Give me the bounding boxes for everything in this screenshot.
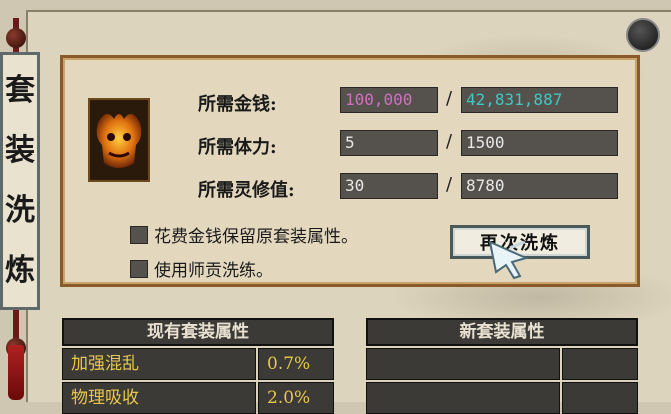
separator: / (446, 174, 453, 195)
banner-char: 洗 (5, 193, 35, 228)
banner-char: 炼 (5, 253, 35, 288)
current-attr-name: 加强混乱 (62, 348, 256, 380)
keep-attr-checkbox[interactable] (130, 226, 148, 244)
separator: / (446, 131, 453, 152)
money-have-field: 42,831,887 (461, 87, 618, 113)
separator: / (446, 88, 453, 109)
spirit-have-field: 8780 (461, 173, 618, 199)
spirit-label: 所需灵修值: (198, 180, 295, 201)
current-attr-name: 物理吸收 (62, 382, 256, 414)
current-attr-value: 2.0% (258, 382, 334, 414)
scroll-knob-top (6, 28, 26, 48)
stamina-required-field: 5 (340, 130, 438, 156)
new-attr-name (366, 382, 560, 414)
keep-attr-label: 花费金钱保留原套装属性。 (154, 227, 358, 247)
new-attrs-header: 新套装属性 (366, 318, 638, 346)
use-tribute-label: 使用师贡洗练。 (154, 261, 273, 281)
demon-mask-icon (88, 98, 150, 182)
banner-char: 套 (5, 73, 35, 108)
money-required-field: 100,000 (340, 87, 438, 113)
tassel (8, 345, 24, 400)
pointer-cursor-icon (488, 240, 529, 280)
money-label: 所需金钱: (198, 94, 277, 115)
current-attr-value: 0.7% (258, 348, 334, 380)
new-attr-name (366, 348, 560, 380)
banner-char: 装 (5, 133, 35, 168)
spirit-required-field: 30 (340, 173, 438, 199)
circle-close-icon[interactable] (626, 18, 660, 52)
stamina-label: 所需体力: (198, 137, 277, 158)
new-attr-value (562, 382, 638, 414)
title-banner: 套 装 洗 炼 (0, 52, 40, 310)
new-attr-value (562, 348, 638, 380)
current-attrs-header: 现有套装属性 (62, 318, 334, 346)
use-tribute-checkbox[interactable] (130, 260, 148, 278)
stamina-have-field: 1500 (461, 130, 618, 156)
